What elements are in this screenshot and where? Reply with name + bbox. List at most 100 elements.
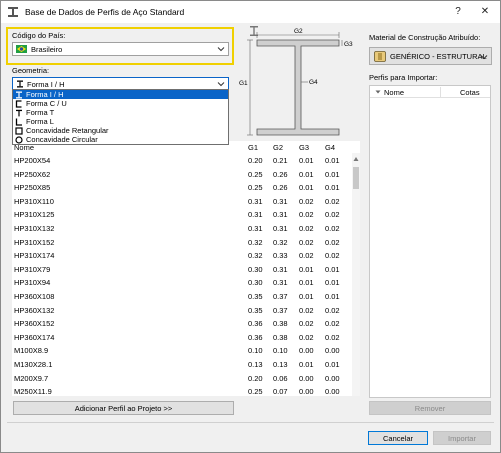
dimension-cell: 0.31 xyxy=(273,264,288,274)
option-label: Forma T xyxy=(26,108,55,117)
profile-name-cell: M200X9.7 xyxy=(14,373,49,383)
scroll-up-icon[interactable] xyxy=(353,155,359,163)
dimension-cell: 0.02 xyxy=(325,305,340,315)
col-header-g2[interactable]: G2 xyxy=(273,143,283,152)
profile-name-cell: HP310X79 xyxy=(14,264,51,274)
profiles-table: Nome G1 G2 G3 G4 HP200X54 0.20 0.21 0.01 0.0… xyxy=(12,141,360,396)
dimension-cell: 0.01 xyxy=(299,264,314,274)
dimension-cell: 0.26 xyxy=(273,169,288,179)
dimension-cell: 0.01 xyxy=(325,292,340,301)
table-row[interactable]: HP250X62 0.25 0.26 0.01 0.01 xyxy=(12,167,348,181)
table-row[interactable]: HP360X174 0.36 0.38 0.02 0.02 xyxy=(12,330,348,344)
circle-icon xyxy=(15,135,23,144)
table-row[interactable]: M100X8.9 0.10 0.10 0.00 0.00 xyxy=(12,343,348,357)
dimension-cell: 0.01 xyxy=(325,169,340,179)
brazil-flag-icon xyxy=(16,45,27,53)
dimension-cell: 0.10 xyxy=(248,346,263,356)
col-header-g4[interactable]: G4 xyxy=(325,143,335,152)
option-label: Concavidade Circular xyxy=(26,135,98,144)
option-label: Forma I / H xyxy=(26,90,64,99)
import-button[interactable]: Importar xyxy=(433,431,491,445)
dimension-cell: 0.31 xyxy=(273,224,288,233)
dimension-cell: 0.01 xyxy=(299,292,314,301)
col-header-g1[interactable]: G1 xyxy=(248,143,258,152)
profile-name-cell: HP310X94 xyxy=(14,278,51,288)
country-select[interactable]: Brasileiro xyxy=(12,42,229,56)
remove-button[interactable]: Remover xyxy=(369,401,491,415)
dimension-cell: 0.02 xyxy=(325,224,340,233)
geometry-option-l[interactable]: Forma L xyxy=(13,117,228,126)
dimension-cell: 0.00 xyxy=(299,346,314,356)
geometry-label: Geometria: xyxy=(12,66,50,75)
import-list-header: Nome Cotas xyxy=(370,86,490,98)
dimension-cell: 0.13 xyxy=(248,360,263,369)
geometry-option-circle-hollow[interactable]: Concavidade Circular xyxy=(13,135,228,144)
scroll-thumb[interactable] xyxy=(353,167,359,189)
profile-name-cell: HP360X108 xyxy=(14,292,55,301)
dimension-cell: 0.20 xyxy=(248,373,263,383)
option-label: Concavidade Retangular xyxy=(26,126,109,135)
table-row[interactable]: HP310X79 0.30 0.31 0.01 0.01 xyxy=(12,262,348,276)
dimension-cell: 0.02 xyxy=(299,237,314,247)
table-row[interactable]: HP310X94 0.30 0.31 0.01 0.01 xyxy=(12,275,348,289)
import-list[interactable]: Nome Cotas xyxy=(369,85,491,398)
import-col-cotas[interactable]: Cotas xyxy=(460,88,480,97)
table-row[interactable]: M130X28.1 0.13 0.13 0.01 0.01 xyxy=(12,357,348,371)
geometry-option-c-u[interactable]: Forma C / U xyxy=(13,99,228,108)
dimension-cell: 0.21 xyxy=(273,156,288,165)
profile-diagram: G2 G3 G1 G4 xyxy=(239,26,353,136)
table-row[interactable]: HP310X152 0.32 0.32 0.02 0.02 xyxy=(12,235,348,249)
dimension-cell: 0.31 xyxy=(273,196,288,206)
chevron-down-icon xyxy=(217,82,225,87)
dimension-cell: 0.00 xyxy=(299,387,314,397)
geometry-option-i-h[interactable]: Forma I / H xyxy=(13,90,228,99)
table-row[interactable]: HP360X152 0.36 0.38 0.02 0.02 xyxy=(12,316,348,330)
table-row[interactable]: HP310X132 0.31 0.31 0.02 0.02 xyxy=(12,221,348,235)
table-row[interactable]: HP200X54 0.20 0.21 0.01 0.01 xyxy=(12,153,348,167)
collapse-arrow-icon[interactable] xyxy=(375,89,381,95)
table-row[interactable]: HP310X110 0.31 0.31 0.02 0.02 xyxy=(12,194,348,208)
profile-name-cell: HP200X54 xyxy=(14,156,51,165)
c-shape-icon xyxy=(15,99,22,108)
dim-g4-label: G4 xyxy=(309,79,318,86)
dimension-cell: 0.36 xyxy=(248,319,263,329)
profile-name-cell: HP310X110 xyxy=(14,196,54,206)
table-row[interactable]: HP360X108 0.35 0.37 0.01 0.01 xyxy=(12,289,348,303)
dimension-cell: 0.01 xyxy=(299,360,314,369)
dimension-cell: 0.06 xyxy=(273,373,288,383)
material-select[interactable]: GENÉRICO - ESTRUTURAL xyxy=(369,47,492,65)
table-row[interactable]: HP310X174 0.32 0.33 0.02 0.02 xyxy=(12,248,348,262)
add-profile-button[interactable]: Adicionar Perfil ao Projeto >> xyxy=(13,401,234,415)
window-title: Base de Dados de Perfis de Aço Standard xyxy=(25,7,185,17)
app-icon xyxy=(8,7,18,17)
table-row[interactable]: HP360X132 0.35 0.37 0.02 0.02 xyxy=(12,303,348,317)
col-divider xyxy=(440,87,441,97)
help-button[interactable]: ? xyxy=(446,4,470,20)
dimension-cell: 0.00 xyxy=(325,346,340,356)
dimension-cell: 0.26 xyxy=(273,183,288,193)
square-icon xyxy=(15,126,23,135)
country-label: Código do País: xyxy=(12,31,66,40)
geometry-option-t[interactable]: Forma T xyxy=(13,108,228,117)
dimension-cell: 0.02 xyxy=(299,210,314,220)
table-row[interactable]: HP250X85 0.25 0.26 0.01 0.01 xyxy=(12,180,348,194)
option-label: Forma L xyxy=(26,117,54,126)
dimension-cell: 0.01 xyxy=(299,169,314,179)
col-header-g3[interactable]: G3 xyxy=(299,143,309,152)
geometry-option-rect-hollow[interactable]: Concavidade Retangular xyxy=(13,126,228,135)
chevron-down-icon xyxy=(217,47,225,52)
dimension-cell: 0.32 xyxy=(248,251,263,261)
dimension-cell: 0.33 xyxy=(273,251,288,261)
close-button[interactable]: ✕ xyxy=(473,4,497,20)
cancel-button[interactable]: Cancelar xyxy=(368,431,428,445)
material-label: Material de Construção Atribuído: xyxy=(369,33,481,42)
profile-name-cell: HP310X125 xyxy=(14,210,55,220)
table-row[interactable]: HP310X125 0.31 0.31 0.02 0.02 xyxy=(12,207,348,221)
table-scrollbar[interactable] xyxy=(352,153,360,396)
table-row[interactable]: M200X9.7 0.20 0.06 0.00 0.00 xyxy=(12,371,348,385)
dimension-cell: 0.01 xyxy=(325,156,340,165)
dimension-cell: 0.13 xyxy=(273,360,288,369)
dimension-cell: 0.02 xyxy=(325,251,340,261)
import-col-nome[interactable]: Nome xyxy=(384,88,404,97)
table-row[interactable]: M250X11.9 0.25 0.07 0.00 0.00 xyxy=(12,384,348,398)
